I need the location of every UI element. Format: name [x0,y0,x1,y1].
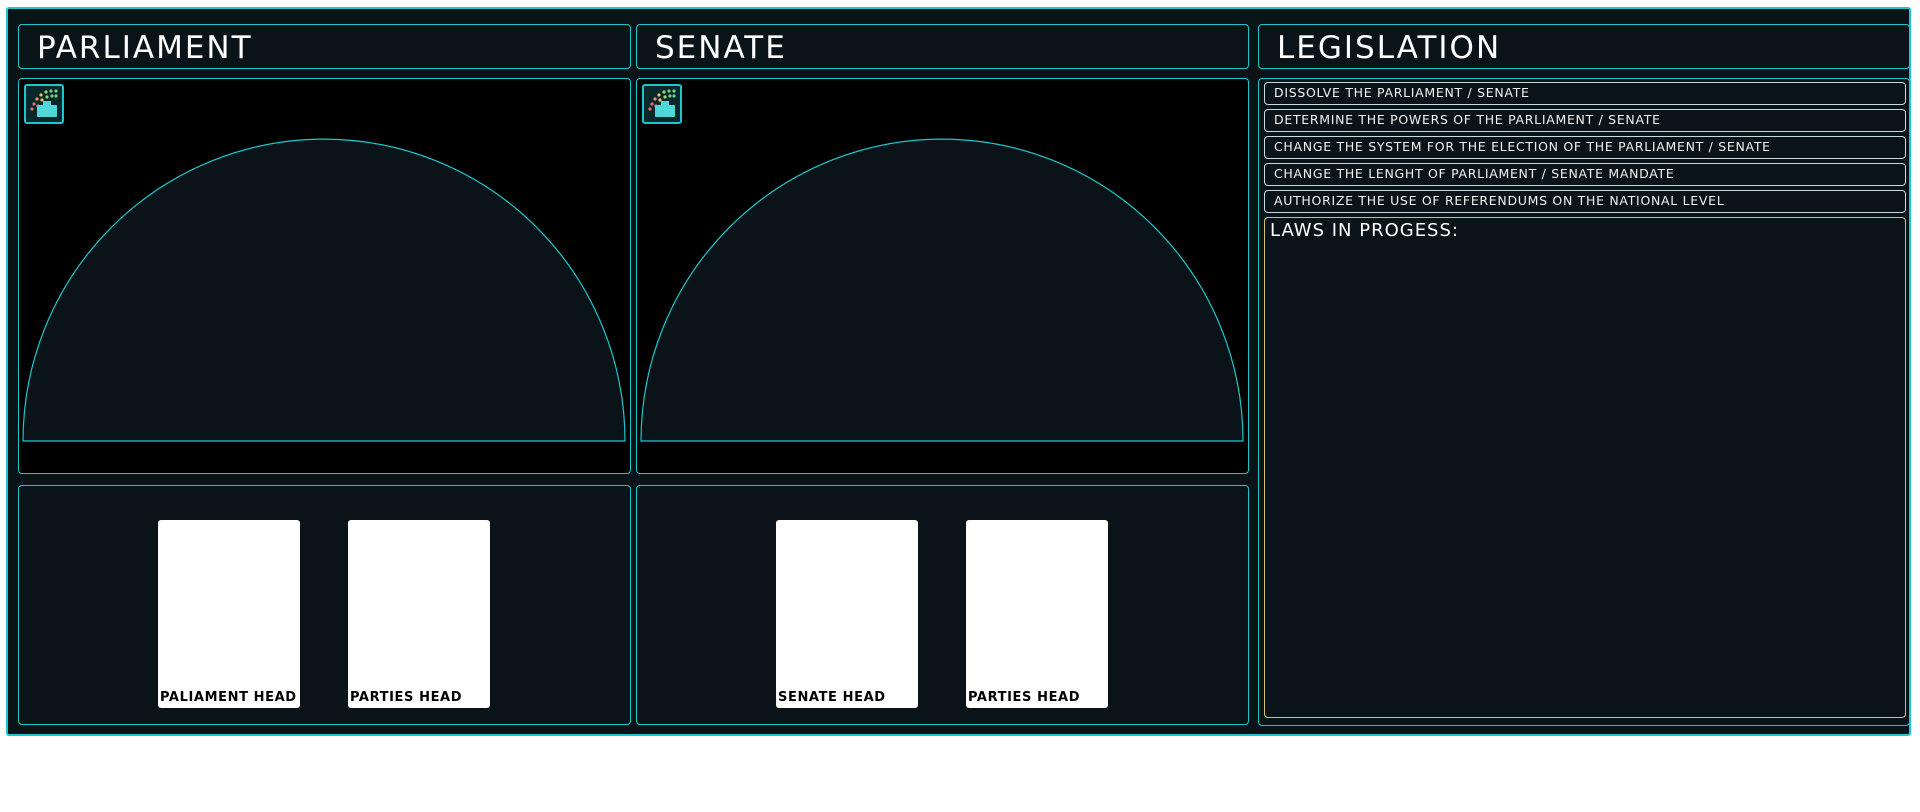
law-action-dissolve[interactable]: DISSOLVE THE PARLIAMENT / SENATE [1264,82,1906,105]
parliament-head-card[interactable]: PALIAMENT HEAD [158,520,300,708]
parliament-header: PARLIAMENT [18,24,631,69]
senate-parties-head-card[interactable]: PARTIES HEAD [966,520,1108,708]
parliament-parties-head-label: PARTIES HEAD [350,690,463,705]
parliament-head-label: PALIAMENT HEAD [160,690,297,705]
laws-in-progress-title: LAWS IN PROGESS: [1270,220,1459,241]
senate-head-label: SENATE HEAD [778,690,886,705]
parliament-hemicycle [22,138,626,442]
legislation-title: LEGISLATION [1277,30,1502,66]
law-action-powers[interactable]: DETERMINE THE POWERS OF THE PARLIAMENT /… [1264,109,1906,132]
senate-hemicycle [640,138,1244,442]
law-action-mandate-length[interactable]: CHANGE THE LENGHT OF PARLIAMENT / SENATE… [1264,163,1906,186]
senate-seats-icon[interactable] [642,84,682,124]
senate-header: SENATE [636,24,1249,69]
parliament-chamber [18,78,631,474]
parliament-parties-head-card[interactable]: PARTIES HEAD [348,520,490,708]
law-action-election-system[interactable]: CHANGE THE SYSTEM FOR THE ELECTION OF TH… [1264,136,1906,159]
laws-in-progress-panel: LAWS IN PROGESS: [1264,217,1906,718]
parliament-seats-icon[interactable] [24,84,64,124]
legislation-panel: DISSOLVE THE PARLIAMENT / SENATE DETERMI… [1258,78,1910,726]
senate-parties-head-label: PARTIES HEAD [968,690,1081,705]
parliament-title: PARLIAMENT [37,30,253,66]
main-frame: PARLIAMENT SENATE LEGISLATION PALIAMENT … [6,7,1911,736]
senate-title: SENATE [655,30,787,66]
legislation-header: LEGISLATION [1258,24,1910,69]
senate-chamber [636,78,1249,474]
parliament-heads-panel: PALIAMENT HEAD PARTIES HEAD [18,485,631,725]
senate-heads-panel: SENATE HEAD PARTIES HEAD [636,485,1249,725]
law-action-referendums[interactable]: AUTHORIZE THE USE OF REFERENDUMS ON THE … [1264,190,1906,213]
senate-head-card[interactable]: SENATE HEAD [776,520,918,708]
